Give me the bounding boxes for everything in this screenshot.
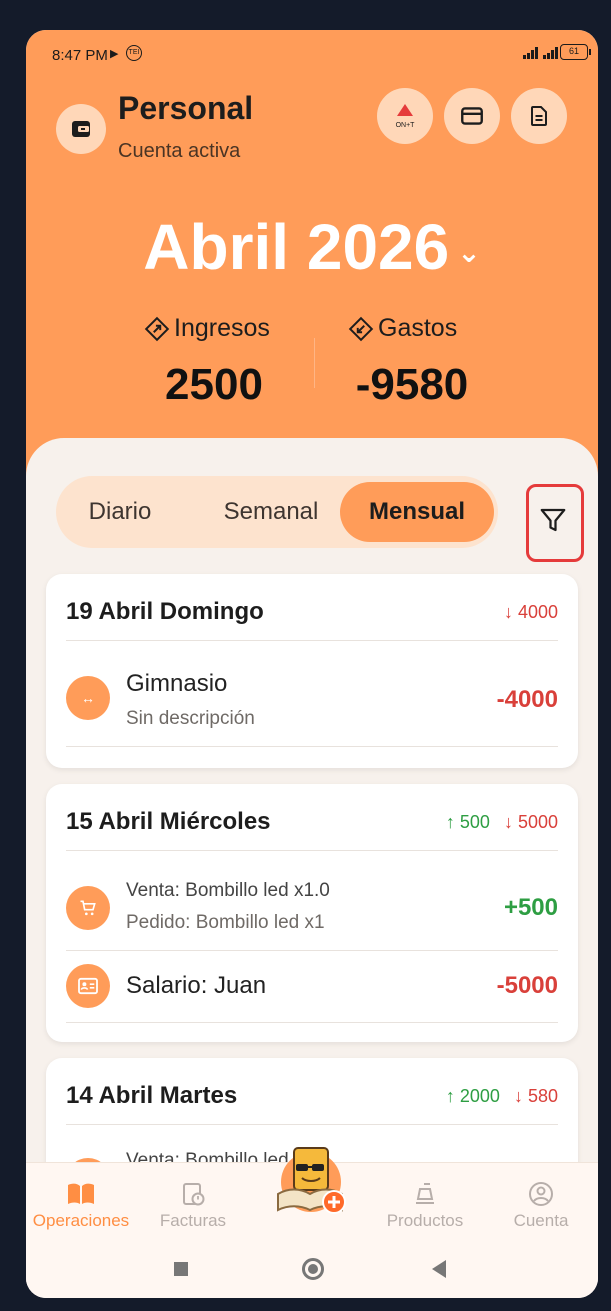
back-icon[interactable] (432, 1260, 446, 1278)
device-frame: 8:47 PM ▶ TEI 61 Personal Cuenta activa … (0, 0, 611, 1311)
add-operation-mascot-button[interactable] (266, 1132, 356, 1222)
home-icon[interactable] (302, 1258, 324, 1280)
status-bar: 8:47 PM ▶ TEI 61 (26, 30, 598, 80)
day-date: 19 Abril Domingo (66, 598, 264, 625)
divider (66, 1022, 558, 1023)
sim-badge: TEI (126, 45, 142, 61)
products-icon (416, 1183, 434, 1204)
id-card-icon (66, 964, 110, 1008)
divider (66, 640, 558, 641)
day-totals: ↑ 500 ↓ 5000 (446, 812, 558, 833)
day-expense-total: ↓ 5000 (503, 812, 558, 832)
day-date: 14 Abril Martes (66, 1082, 238, 1109)
transaction-title[interactable]: Venta: Bombillo led x1.0 (126, 880, 330, 902)
credit-card-icon (461, 107, 483, 125)
divider (66, 850, 558, 851)
divider (66, 1124, 558, 1125)
expense-tag-icon (348, 316, 374, 341)
dumbbell-icon: ↔ (66, 676, 110, 720)
nav-label: Facturas (159, 1211, 227, 1230)
month-selector[interactable]: Abril 2026 ⌄ (26, 210, 598, 284)
brand-button[interactable]: ON+T (377, 88, 433, 144)
day-totals: ↑ 2000 ↓ 580 (446, 1086, 558, 1107)
day-date: 15 Abril Miércoles (66, 808, 271, 835)
status-time: 8:47 PM (52, 47, 108, 64)
month-label: Abril 2026 (143, 211, 450, 283)
expense-label: Gastos (378, 314, 458, 342)
tab-diario[interactable]: Diario (70, 482, 170, 542)
transaction-subtitle: Sin descripción (126, 708, 255, 729)
tab-mensual[interactable]: Mensual (340, 482, 494, 542)
filter-highlight-box (526, 484, 584, 562)
brand-badge-text: ON+T (396, 122, 416, 129)
day-income-total: ↑ 500 (445, 812, 490, 832)
transaction-title[interactable]: Salario: Juan (126, 972, 266, 1000)
period-tabs: Diario Semanal Mensual (56, 476, 498, 548)
nav-productos[interactable]: Productos (370, 1181, 480, 1231)
app-screen: 8:47 PM ▶ TEI 61 Personal Cuenta activa … (26, 30, 598, 1298)
play-icon: ▶ (110, 48, 119, 60)
day-card: 19 Abril Domingo ↓ 4000 ↔ Gimnasio Sin d… (46, 574, 578, 768)
nav-label: Productos (386, 1211, 464, 1230)
document-icon (531, 106, 547, 126)
signal-icon (523, 47, 558, 59)
recent-apps-icon[interactable] (174, 1262, 188, 1276)
card-button[interactable] (444, 88, 500, 144)
system-navigation-bar (26, 1242, 598, 1298)
nav-cuenta[interactable]: Cuenta (486, 1181, 596, 1231)
transaction-title[interactable]: Gimnasio (126, 670, 227, 698)
income-label: Ingresos (174, 314, 270, 342)
day-card: 15 Abril Miércoles ↑ 500 ↓ 5000 Venta: B… (46, 784, 578, 1042)
account-icon (529, 1182, 553, 1206)
income-value: 2500 (165, 360, 263, 409)
divider (66, 746, 558, 747)
report-button[interactable] (511, 88, 567, 144)
transaction-amount: +500 (503, 894, 558, 921)
day-income-total: ↑ 2000 (445, 1086, 500, 1106)
transaction-amount: -5000 (496, 972, 558, 999)
account-name[interactable]: Personal (118, 90, 253, 127)
book-icon (68, 1183, 94, 1204)
day-totals: ↓ 4000 (504, 602, 558, 623)
account-status: Cuenta activa (118, 140, 241, 162)
nav-operaciones[interactable]: Operaciones (26, 1181, 136, 1231)
nav-facturas[interactable]: Facturas (138, 1181, 248, 1231)
nav-label: Cuenta (513, 1211, 569, 1230)
expense-value: -9580 (355, 360, 469, 409)
nav-label: Operaciones (32, 1211, 130, 1230)
battery-icon: 61 (560, 44, 591, 60)
day-expense-total: ↓ 580 (513, 1086, 558, 1106)
tab-semanal[interactable]: Semanal (196, 482, 346, 542)
transaction-amount: -4000 (496, 686, 558, 713)
chevron-down-icon: ⌄ (457, 236, 481, 268)
income-tag-icon (144, 316, 170, 341)
transaction-subtitle: Pedido: Bombillo led x1 (126, 912, 325, 933)
wallet-icon[interactable] (56, 104, 106, 154)
divider (66, 950, 558, 951)
day-expense-total: ↓ 4000 (503, 602, 558, 622)
invoice-icon (183, 1183, 205, 1206)
expense-label-group: Gastos (348, 314, 457, 343)
income-label-group: Ingresos (144, 314, 270, 343)
cart-icon (66, 886, 110, 930)
